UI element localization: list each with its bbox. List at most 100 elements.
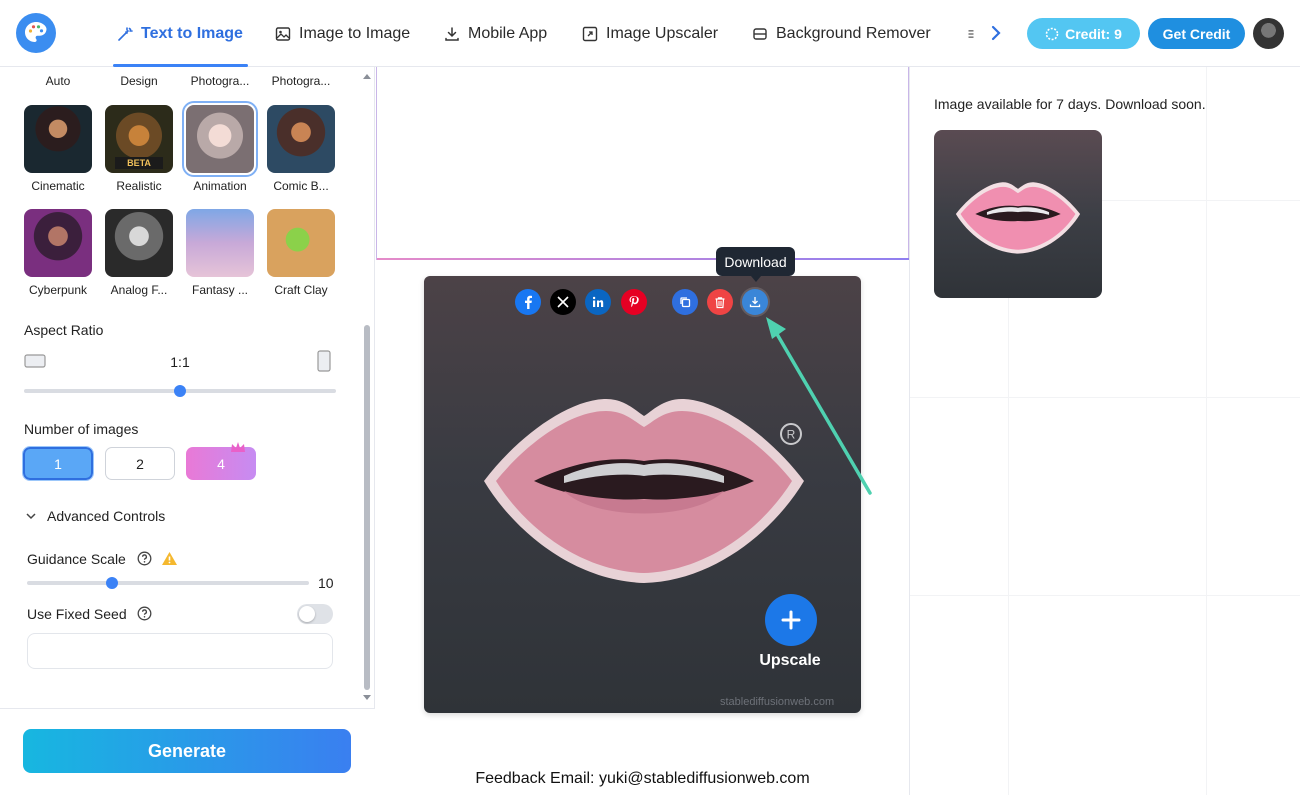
nav-label: Image Upscaler	[606, 25, 719, 42]
style-thumb-cinematic[interactable]	[24, 105, 92, 173]
aspect-ratio-value: 1:1	[170, 354, 190, 370]
upscale-button[interactable]	[765, 594, 817, 646]
background-grid	[1206, 67, 1207, 795]
nav-background-remover[interactable]: Background Remover	[752, 22, 931, 46]
style-thumb-craft-clay[interactable]	[267, 209, 335, 277]
facebook-icon	[525, 295, 532, 309]
history-image-thumbnail[interactable]	[934, 130, 1102, 298]
nav-image-to-image[interactable]: Image to Image	[275, 22, 410, 46]
help-circle-icon[interactable]	[137, 551, 152, 566]
style-label-fantasy[interactable]: Fantasy ...	[181, 283, 259, 297]
nav-image-upscaler[interactable]: Image Upscaler	[582, 22, 718, 46]
magic-wand-icon	[118, 27, 133, 41]
share-pinterest-button[interactable]	[621, 289, 647, 315]
style-thumb-analog-film[interactable]	[105, 209, 173, 277]
style-thumb-fantasy[interactable]	[186, 209, 254, 277]
download-tooltip: Download	[716, 247, 795, 282]
prompt-underline	[377, 258, 910, 260]
style-label-realistic[interactable]: Realistic	[100, 179, 178, 193]
app-logo[interactable]	[16, 13, 56, 53]
style-thumb-cyberpunk[interactable]	[24, 209, 92, 277]
style-thumb-comic-book[interactable]	[267, 105, 335, 173]
nav-label: Background Remover	[776, 25, 931, 42]
num-images-option-2[interactable]: 2	[105, 447, 175, 480]
fixed-seed-toggle[interactable]	[297, 604, 333, 624]
background-grid	[1008, 297, 1009, 795]
style-label-craft-clay[interactable]: Craft Clay	[262, 283, 340, 297]
prompt-textarea[interactable]	[376, 67, 910, 260]
landscape-ratio-icon[interactable]	[24, 354, 46, 368]
scroll-down-arrow-icon[interactable]	[362, 694, 372, 702]
nav-label: Mobile App	[468, 25, 548, 42]
image-icon	[275, 27, 291, 41]
guidance-scale-slider-knob[interactable]	[105, 577, 118, 589]
generated-lips-thumbnail	[955, 182, 1081, 254]
trash-icon	[715, 296, 725, 308]
sidebar-scrollbar-thumb[interactable]	[364, 325, 370, 690]
expand-icon	[582, 26, 598, 42]
download-image-button[interactable]	[742, 289, 768, 315]
generate-button[interactable]: Generate	[23, 729, 351, 773]
style-label-auto[interactable]: Auto	[19, 74, 97, 88]
delete-image-button[interactable]	[707, 289, 733, 315]
portrait-ratio-icon[interactable]	[317, 350, 331, 372]
style-label-design[interactable]: Design	[100, 74, 178, 88]
style-label-photographic[interactable]: Photogra...	[181, 74, 259, 88]
scroll-up-arrow-icon[interactable]	[362, 72, 372, 80]
share-linkedin-button[interactable]	[585, 289, 611, 315]
pinterest-icon	[629, 296, 639, 308]
number-of-images-title: Number of images	[24, 421, 139, 437]
style-label-cinematic[interactable]: Cinematic	[19, 179, 97, 193]
share-x-button[interactable]	[550, 289, 576, 315]
nav-label: Image to Image	[299, 25, 411, 42]
download-icon	[445, 27, 459, 41]
chevron-right-icon	[991, 25, 1001, 41]
generate-footer: Generate	[0, 708, 375, 795]
linkedin-icon	[592, 296, 604, 307]
user-avatar[interactable]	[1253, 18, 1284, 49]
style-thumb-animation[interactable]	[182, 101, 258, 177]
chevron-down-icon[interactable]	[25, 511, 37, 521]
image-availability-notice: Image available for 7 days. Download soo…	[934, 96, 1206, 112]
image-watermark: stablediffusionweb.com	[720, 696, 835, 708]
beta-badge: BETA	[115, 157, 163, 169]
fixed-seed-label: Use Fixed Seed	[27, 606, 127, 622]
guidance-scale-slider[interactable]	[27, 577, 309, 589]
aspect-ratio-slider-knob[interactable]	[174, 385, 186, 397]
feedback-email[interactable]: Feedback Email: yuki@stablediffusionweb.…	[376, 770, 909, 788]
advanced-controls-toggle[interactable]: Advanced Controls	[47, 508, 165, 524]
style-label-comic-book[interactable]: Comic B...	[262, 179, 340, 193]
nav-more-partial[interactable]	[966, 22, 976, 46]
guidance-scale-label: Guidance Scale	[27, 551, 126, 567]
upscale-label[interactable]: Upscale	[750, 652, 830, 670]
aspect-ratio-slider[interactable]	[24, 385, 336, 397]
nav-text-to-image[interactable]: Text to Image	[117, 22, 243, 46]
style-label-cyberpunk[interactable]: Cyberpunk	[19, 283, 97, 297]
plus-icon	[781, 610, 801, 630]
nav-scroll-right-button[interactable]	[984, 20, 1008, 46]
style-label-analog-film[interactable]: Analog F...	[100, 283, 178, 297]
seed-input[interactable]	[27, 633, 333, 669]
warning-icon	[162, 552, 177, 565]
download-icon	[749, 297, 761, 308]
share-facebook-button[interactable]	[515, 289, 541, 315]
credit-badge[interactable]: Credit: 9	[1027, 18, 1140, 49]
guidance-scale-value: 10	[318, 575, 334, 591]
help-circle-icon[interactable]	[137, 606, 152, 621]
get-credit-button[interactable]: Get Credit	[1148, 18, 1245, 49]
copy-image-button[interactable]	[672, 289, 698, 315]
eraser-icon	[753, 28, 767, 40]
settings-sidebar: Auto Design Photogra... Photogra... BETA…	[0, 67, 375, 795]
style-label-photographic-2[interactable]: Photogra...	[262, 74, 340, 88]
nav-mobile-app[interactable]: Mobile App	[444, 22, 547, 46]
x-icon	[557, 296, 569, 308]
background-grid	[910, 397, 1300, 398]
style-thumb-realistic[interactable]: BETA	[105, 105, 173, 173]
history-panel: Image available for 7 days. Download soo…	[909, 67, 1300, 795]
credit-label: Credit: 9	[1065, 25, 1122, 42]
num-images-option-1[interactable]: 1	[22, 446, 94, 481]
nav-label: Text to Image	[141, 25, 243, 42]
copy-icon	[680, 297, 691, 308]
style-label-animation[interactable]: Animation	[181, 179, 259, 193]
crown-icon	[231, 442, 245, 452]
